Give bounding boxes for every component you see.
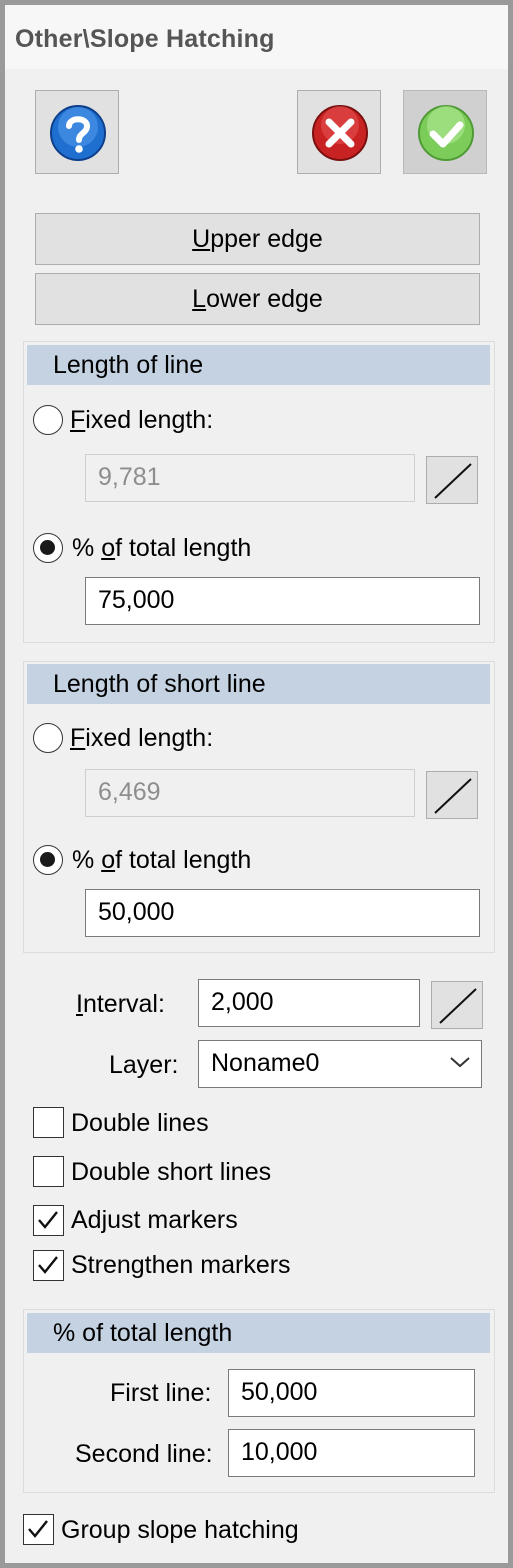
checkmark-icon [418, 105, 474, 161]
line-percent-label: % of total length [72, 534, 252, 562]
strengthen-markers-checkbox[interactable] [33, 1250, 64, 1281]
line-fixed-length-label: Fixed length: [70, 406, 214, 434]
upper-edge-label: pper edge [210, 225, 323, 253]
lower-edge-label: ower edge [206, 285, 323, 313]
layer-select-value: Noname0 [211, 1049, 320, 1077]
adjust-markers-checkbox[interactable] [33, 1205, 64, 1236]
group-slope-hatching-checkbox[interactable] [23, 1514, 54, 1545]
second-line-label: Second line: [75, 1440, 213, 1468]
diagonal-line-icon [434, 778, 472, 814]
window-title: Other\Slope Hatching [5, 5, 508, 69]
line-percent-radio[interactable] [33, 533, 63, 563]
short-percent-input[interactable]: 50,000 [85, 889, 480, 937]
chevron-down-icon [450, 1057, 470, 1068]
lower-edge-mnemonic: L [192, 285, 207, 313]
short-fixed-length-input[interactable]: 6,469 [85, 769, 415, 817]
line-fixed-length-pick-button[interactable] [426, 456, 478, 504]
line-fixed-length-radio[interactable] [33, 405, 63, 435]
second-line-input[interactable]: 10,000 [228, 1429, 475, 1477]
cancel-button[interactable] [297, 90, 381, 174]
double-lines-checkbox[interactable] [33, 1107, 64, 1138]
first-line-input[interactable]: 50,000 [228, 1369, 475, 1417]
double-lines-label: Double lines [71, 1109, 209, 1137]
slope-hatching-panel: Other\Slope Hatching Upper edge Lower ed… [5, 5, 508, 1563]
upper-edge-mnemonic: U [192, 225, 211, 253]
length-of-short-line-header: Length of short line [27, 664, 490, 704]
short-percent-label: % of total length [72, 846, 252, 874]
double-short-lines-label: Double short lines [71, 1158, 272, 1186]
adjust-markers-label: Adjust markers [71, 1206, 238, 1234]
line-fixed-length-input[interactable]: 9,781 [85, 454, 415, 502]
checkmark-icon [38, 1211, 58, 1229]
short-fixed-length-label: Fixed length: [70, 724, 214, 752]
strengthen-markers-label: Strengthen markers [71, 1251, 291, 1279]
line-percent-input[interactable]: 75,000 [85, 577, 480, 625]
interval-label: Interval: [76, 990, 165, 1018]
interval-pick-button[interactable] [431, 981, 483, 1029]
short-fixed-length-radio[interactable] [33, 723, 63, 753]
checkmark-icon [28, 1520, 48, 1538]
cancel-icon [312, 105, 368, 161]
ok-button[interactable] [403, 90, 487, 174]
first-line-label: First line: [110, 1379, 212, 1407]
short-percent-radio[interactable] [33, 845, 63, 875]
checkmark-icon [38, 1256, 58, 1274]
layer-select[interactable]: Noname0 [198, 1040, 482, 1088]
lower-edge-button[interactable]: Lower edge [35, 273, 480, 325]
short-fixed-length-pick-button[interactable] [426, 771, 478, 819]
interval-input[interactable]: 2,000 [198, 979, 420, 1027]
diagonal-line-icon [439, 988, 477, 1024]
double-short-lines-checkbox[interactable] [33, 1156, 64, 1187]
upper-edge-button[interactable]: Upper edge [35, 213, 480, 265]
group-slope-hatching-label: Group slope hatching [61, 1516, 299, 1544]
diagonal-line-icon [434, 463, 472, 499]
length-of-line-header: Length of line [27, 345, 490, 385]
help-button[interactable] [35, 90, 119, 174]
question-mark-icon [50, 105, 106, 161]
total-length-header: % of total length [27, 1313, 490, 1353]
layer-label: Layer: [109, 1051, 179, 1079]
